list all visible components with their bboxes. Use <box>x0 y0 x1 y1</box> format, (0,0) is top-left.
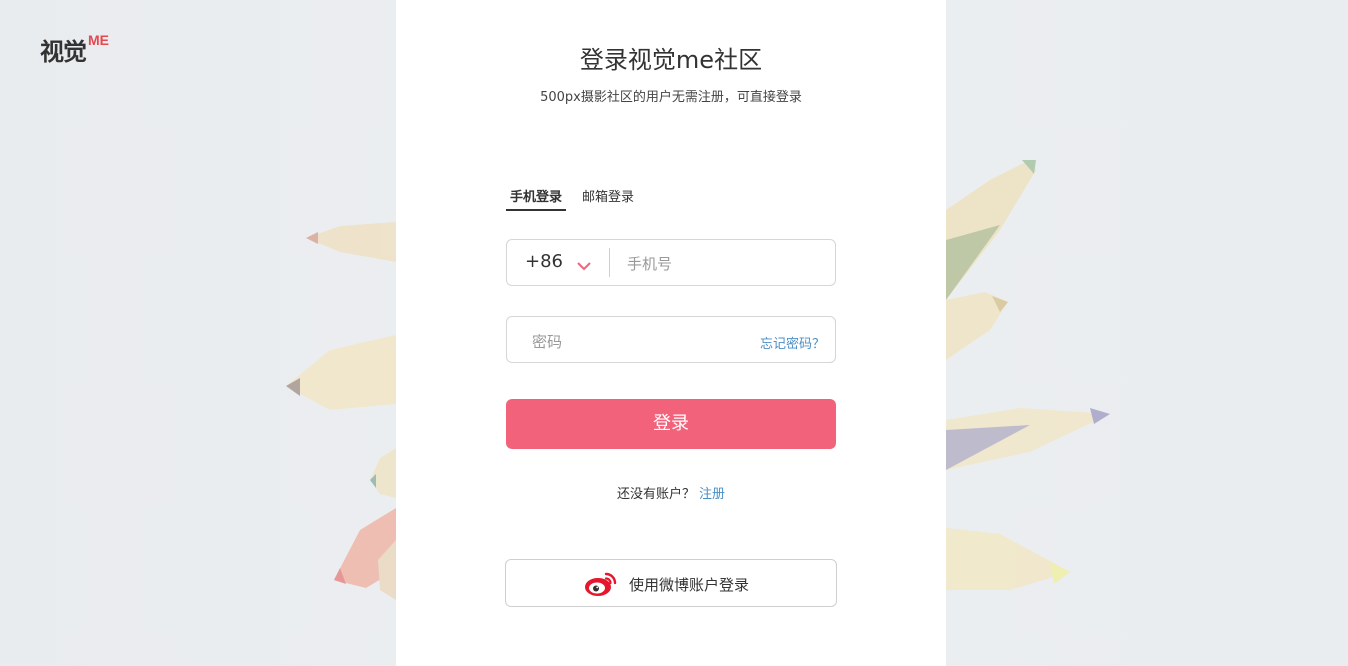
site-logo[interactable]: 视觉 ME <box>40 32 109 67</box>
register-line: 还没有账户？ 注册 <box>396 483 946 502</box>
tab-email-login[interactable]: 邮箱登录 <box>578 186 638 211</box>
forgot-password-link[interactable]: 忘记密码？ <box>760 333 825 352</box>
page-subtitle: 500px摄影社区的用户无需注册，可直接登录 <box>540 90 802 105</box>
register-prompt: 还没有账户？ <box>616 487 695 502</box>
logo-text-me: ME <box>88 32 109 48</box>
page-title: 登录视觉me社区 <box>579 46 763 74</box>
logo-text-cn: 视觉 <box>40 38 87 66</box>
chevron-down-icon[interactable] <box>577 256 591 275</box>
login-button[interactable]: 登录 <box>506 399 836 449</box>
field-divider <box>609 248 610 277</box>
login-panel: 登录视觉me社区 500px摄影社区的用户无需注册，可直接登录 手机登录 邮箱登… <box>396 0 946 666</box>
country-code-select[interactable]: +86 <box>525 251 563 272</box>
phone-field: +86 <box>506 239 836 286</box>
register-link[interactable]: 注册 <box>699 487 725 502</box>
login-tabs: 手机登录 邮箱登录 <box>506 186 650 211</box>
weibo-login-button[interactable]: 使用微博账户登录 <box>505 559 837 607</box>
tab-phone-login[interactable]: 手机登录 <box>506 186 567 211</box>
phone-input[interactable] <box>627 253 817 275</box>
password-input[interactable] <box>532 331 732 353</box>
weibo-login-label: 使用微博账户登录 <box>629 576 750 594</box>
password-field: 忘记密码？ <box>506 316 836 363</box>
weibo-icon <box>584 570 618 602</box>
